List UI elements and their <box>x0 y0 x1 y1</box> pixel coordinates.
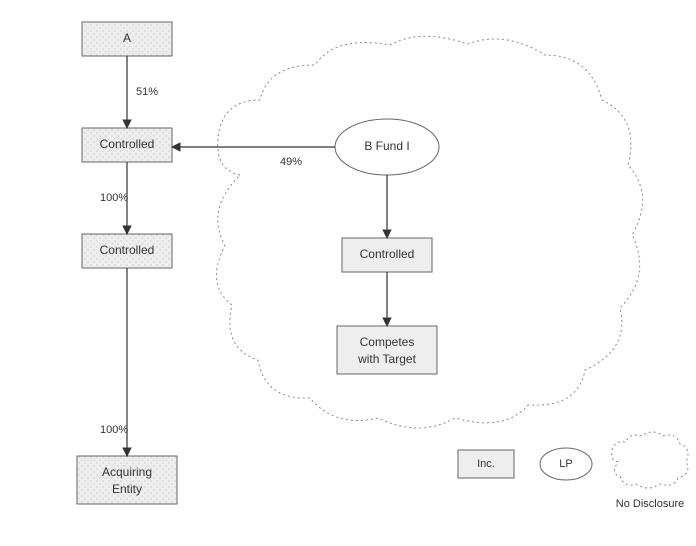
node-controlled-1: Controlled <box>82 128 172 162</box>
node-controlled-2-label: Controlled <box>100 243 155 257</box>
node-controlled-3-label: Controlled <box>360 247 415 261</box>
node-acquiring-entity: Acquiring Entity <box>77 456 177 504</box>
edge-c1-to-c2-label: 100% <box>100 192 128 204</box>
node-controlled-1-label: Controlled <box>100 137 155 151</box>
node-acquiring-l1: Acquiring <box>102 465 152 479</box>
node-b-fund: B Fund I <box>335 119 439 175</box>
legend-nodisc-label: No Disclosure <box>616 498 684 510</box>
legend-inc-label: Inc. <box>477 458 495 470</box>
node-competes-l2: with Target <box>357 352 416 366</box>
legend-lp: LP <box>540 448 592 480</box>
node-competes: Competes with Target <box>337 326 437 374</box>
edge-bfund-to-c1-label: 49% <box>280 156 302 168</box>
legend-nodisclosure: No Disclosure <box>612 432 688 510</box>
node-a-label: A <box>123 31 131 45</box>
diagram-canvas: A Controlled Controlled Acquiring Entity… <box>0 0 696 546</box>
node-b-fund-label: B Fund I <box>364 139 409 153</box>
legend-inc: Inc. <box>458 450 514 478</box>
legend: Inc. LP No Disclosure <box>458 432 688 510</box>
node-controlled-3: Controlled <box>342 238 432 272</box>
node-controlled-2: Controlled <box>82 234 172 268</box>
node-acquiring-l2: Entity <box>112 482 142 496</box>
edge-c2-to-acq-label: 100% <box>100 424 128 436</box>
edge-a-to-c1-label: 51% <box>136 86 158 98</box>
node-a: A <box>82 22 172 56</box>
legend-lp-label: LP <box>559 458 572 470</box>
node-competes-l1: Competes <box>360 335 415 349</box>
